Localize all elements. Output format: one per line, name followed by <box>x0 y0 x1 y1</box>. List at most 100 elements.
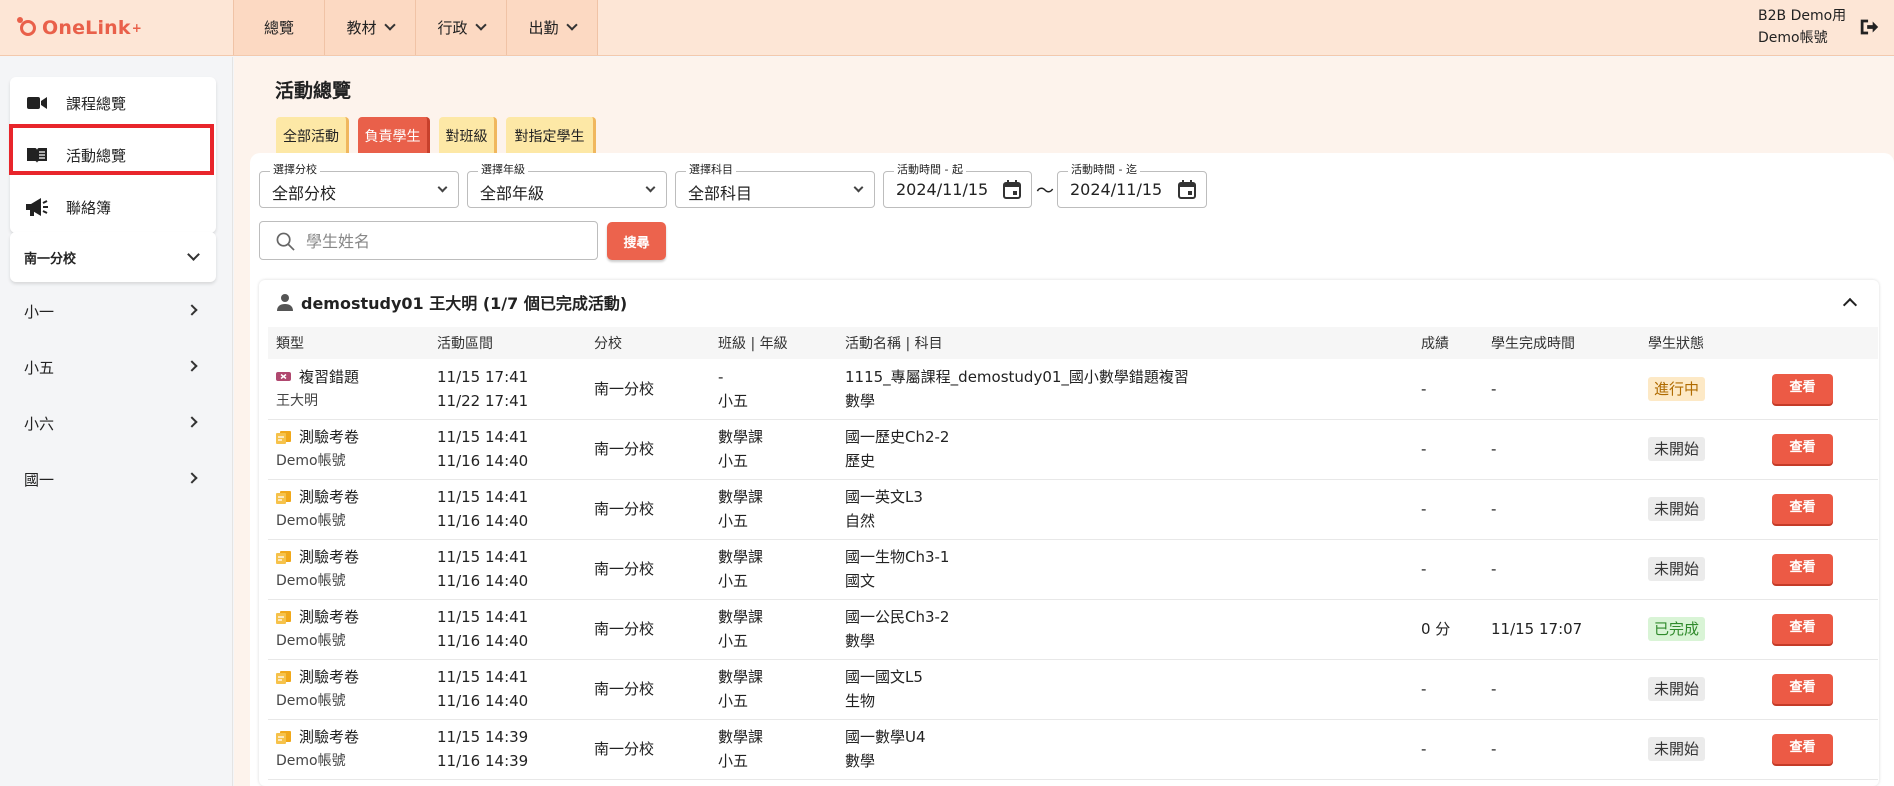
tab-by-class[interactable]: 對班級 <box>439 117 497 154</box>
search-button[interactable]: 搜尋 <box>607 222 666 260</box>
end-date-field[interactable]: 活動時間 - 迄 2024/11/15 <box>1057 163 1207 208</box>
app-logo[interactable]: OneLink + <box>17 13 142 43</box>
class-name: 數學課 <box>718 548 764 566</box>
nav-overview[interactable]: 總覽 <box>233 0 324 55</box>
cell-action: 查看 <box>1764 419 1878 479</box>
main-nav: 總覽 教材 行政 出勤 <box>233 0 598 55</box>
grade-label: 小五 <box>24 358 55 377</box>
search-icon <box>276 232 295 251</box>
nav-admin[interactable]: 行政 <box>415 0 506 55</box>
cell-done-time: - <box>1491 500 1497 518</box>
view-button[interactable]: 查看 <box>1772 614 1833 644</box>
sidebar-grade-7[interactable]: 國一 <box>10 459 216 499</box>
activity-owner: Demo帳號 <box>276 693 346 709</box>
start-date-field[interactable]: 活動時間 - 起 2024/11/15 <box>883 163 1032 208</box>
tab-label: 對指定學生 <box>514 128 585 145</box>
cell-branch: 南一分校 <box>594 680 655 698</box>
view-button[interactable]: 查看 <box>1772 674 1833 704</box>
activity-name: 1115_專屬課程_demostudy01_國小數學錯題複習 <box>845 367 1189 386</box>
col-score: 成績 <box>1421 336 1449 352</box>
nav-admin-label: 行政 <box>437 19 468 37</box>
class-name: 數學課 <box>718 728 764 746</box>
cell-name-subject: 1115_專屬課程_demostudy01_國小數學錯題複習 數學 <box>837 359 1413 419</box>
sidebar-grade-5[interactable]: 小五 <box>10 347 216 387</box>
tab-label: 全部活動 <box>283 128 339 145</box>
sidebar-grade-6[interactable]: 小六 <box>10 403 216 443</box>
user-org: B2B Demo用 <box>1758 8 1847 24</box>
nav-materials[interactable]: 教材 <box>324 0 415 55</box>
chevron-down-icon <box>187 248 200 261</box>
person-icon <box>277 294 293 311</box>
chevron-up-icon[interactable] <box>1842 297 1858 313</box>
cell-action: 查看 <box>1764 599 1878 659</box>
tab-responsible-students[interactable]: 負責學生 <box>358 117 430 154</box>
activity-name: 國一歷史Ch2-2 <box>845 428 950 446</box>
period-start: 11/15 14:41 <box>437 668 529 686</box>
period-start: 11/15 14:41 <box>437 488 529 506</box>
subject-select[interactable]: 選擇科目 全部科目 <box>675 163 875 208</box>
activity-subject: 數學 <box>845 391 876 410</box>
start-date-label: 活動時間 - 起 <box>894 163 966 177</box>
status-badge: 未開始 <box>1648 437 1706 461</box>
nav-attendance[interactable]: 出勤 <box>506 0 598 55</box>
student-section-header[interactable]: demostudy01 王大明 (1/7 個已完成活動) <box>259 280 1879 324</box>
end-date-value: 2024/11/15 <box>1070 180 1163 199</box>
cell-type: 測驗考卷 Demo帳號 <box>268 599 429 659</box>
cell-name-subject: 國一歷史Ch2-2 歷史 <box>837 419 1413 479</box>
cell-score: - <box>1421 740 1427 758</box>
view-button[interactable]: 查看 <box>1772 373 1833 404</box>
table-header-row: 類型 活動區間 分校 班級 | 年級 活動名稱 | 科目 成績 學生完成時間 學… <box>268 327 1878 359</box>
tab-label: 對班級 <box>445 128 488 145</box>
cell-done-time: 11/15 17:07 <box>1491 620 1583 638</box>
period-start: 11/15 14:39 <box>437 728 529 746</box>
grade-name: 小五 <box>718 752 749 770</box>
tab-all-activities[interactable]: 全部活動 <box>276 117 349 154</box>
view-button[interactable]: 查看 <box>1772 734 1833 764</box>
cell-status: 未開始 <box>1640 719 1764 779</box>
megaphone-icon <box>26 198 48 216</box>
nav-materials-label: 教材 <box>346 19 377 37</box>
sidebar-grade-1[interactable]: 小一 <box>10 291 216 331</box>
view-button[interactable]: 查看 <box>1772 554 1833 584</box>
period-start: 11/15 17:41 <box>437 367 529 386</box>
chevron-right-icon <box>186 360 198 372</box>
grade-name: 小五 <box>718 632 749 650</box>
student-search <box>259 221 598 260</box>
col-status: 學生狀態 <box>1648 336 1704 352</box>
highlight-box <box>9 124 214 175</box>
branch-select[interactable]: 選擇分校 全部分校 <box>259 163 459 208</box>
class-name: 數學課 <box>718 608 764 626</box>
cell-name-subject: 國一生物Ch3-1 國文 <box>837 539 1413 599</box>
subject-select-value: 全部科目 <box>688 184 753 203</box>
sidebar-item-course-overview[interactable]: 課程總覽 <box>10 77 216 129</box>
top-bar: OneLink + 總覽 教材 行政 出勤 B2B Demo用 Demo帳號 <box>0 0 1894 56</box>
cell-type: 測驗考卷 Demo帳號 <box>268 419 429 479</box>
cell-period: 11/15 14:41 11/16 14:40 <box>429 419 586 479</box>
view-button[interactable]: 查看 <box>1772 494 1833 524</box>
cell-action: 查看 <box>1764 539 1878 599</box>
cell-period: 11/15 14:39 11/16 14:39 <box>429 719 586 779</box>
col-name-subject: 活動名稱 | 科目 <box>845 336 943 352</box>
cell-score: - <box>1421 560 1427 578</box>
grade-select-label: 選擇年級 <box>478 163 528 177</box>
student-name-input[interactable] <box>306 230 586 252</box>
status-badge: 已完成 <box>1648 617 1706 641</box>
view-button[interactable]: 查看 <box>1772 434 1833 464</box>
cell-done-time: - <box>1491 740 1497 758</box>
cell-period: 11/15 14:41 11/16 14:40 <box>429 659 586 719</box>
calendar-icon[interactable] <box>1178 180 1196 199</box>
logout-icon[interactable] <box>1858 16 1880 38</box>
start-date-value: 2024/11/15 <box>896 180 989 199</box>
cell-done-time: - <box>1491 379 1497 398</box>
activity-name: 國一生物Ch3-1 <box>845 548 950 566</box>
sidebar-item-contact-book[interactable]: 聯絡簿 <box>10 181 216 233</box>
calendar-icon[interactable] <box>1003 180 1021 199</box>
grade-select[interactable]: 選擇年級 全部年級 <box>467 163 667 208</box>
grade-label: 小六 <box>24 414 55 433</box>
activity-type: 複習錯題 <box>299 367 360 386</box>
branch-select-value: 全部分校 <box>272 184 337 203</box>
branch-selector[interactable]: 南一分校 <box>10 232 216 282</box>
sidebar: 課程總覽 活動總覽 聯絡簿 南一分校 小一 小五 小六 國一 <box>0 57 233 786</box>
grade-select-value: 全部年級 <box>480 184 545 203</box>
tab-by-student[interactable]: 對指定學生 <box>506 117 596 154</box>
